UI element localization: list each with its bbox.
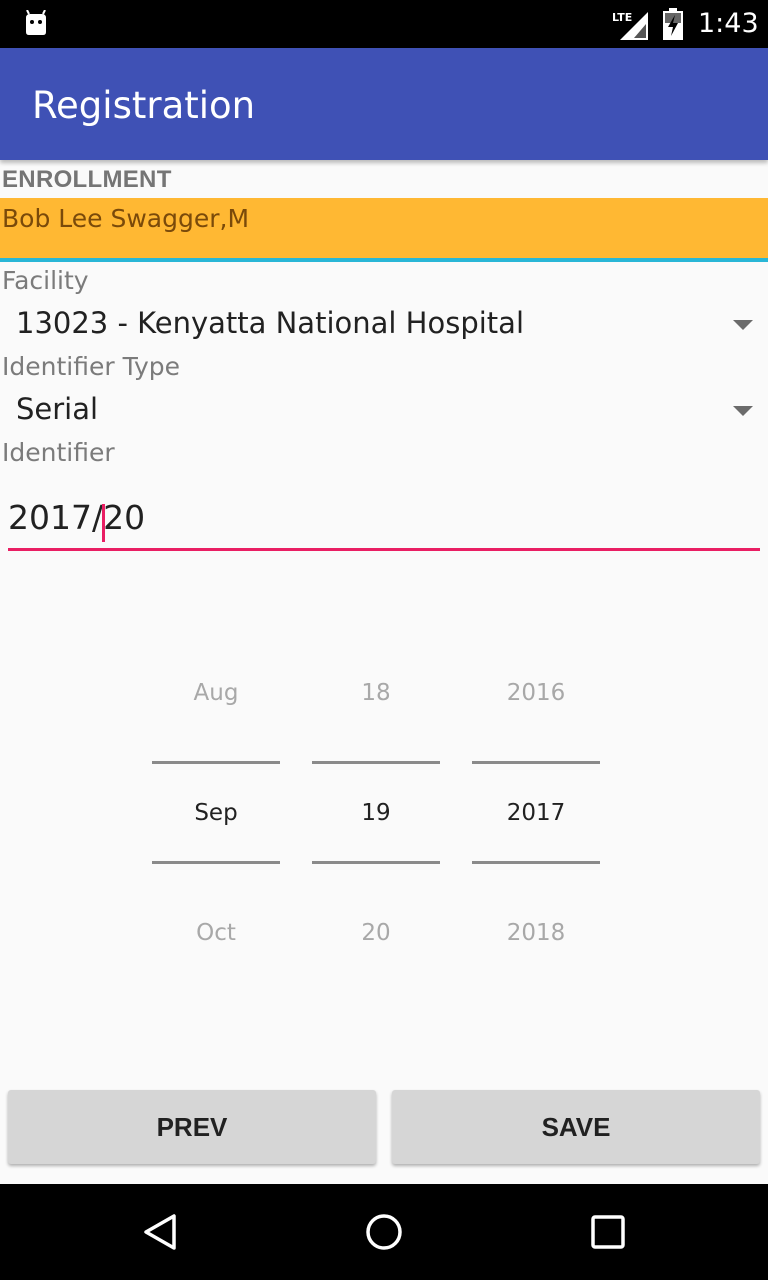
page-title: Registration: [32, 84, 256, 127]
navigation-bar: [0, 1184, 768, 1280]
identifier-type-label: Identifier Type: [2, 352, 180, 381]
month-next[interactable]: Oct: [152, 920, 280, 946]
day-next[interactable]: 20: [312, 920, 440, 946]
battery-icon: [663, 8, 683, 40]
home-icon[interactable]: [364, 1212, 404, 1252]
status-bar: LTE 1:43: [0, 0, 768, 48]
year-selected[interactable]: 2017: [472, 800, 600, 826]
svg-text:LTE: LTE: [612, 11, 632, 24]
year-picker[interactable]: 2016 2017 2018: [472, 660, 600, 960]
text-cursor: [102, 504, 105, 542]
month-selected[interactable]: Sep: [152, 800, 280, 826]
facility-value: 13023 - Kenyatta National Hospital: [16, 306, 524, 340]
patient-name: Bob Lee Swagger,M: [2, 204, 250, 233]
picker-divider: [312, 861, 440, 864]
prev-button[interactable]: PREV: [8, 1090, 376, 1164]
recents-icon[interactable]: [588, 1212, 628, 1252]
identifier-input[interactable]: 2017/20: [8, 496, 760, 551]
dropdown-arrow-icon[interactable]: [733, 406, 753, 416]
section-header: ENROLLMENT: [2, 166, 172, 193]
month-prev[interactable]: Aug: [152, 680, 280, 706]
picker-divider: [152, 861, 280, 864]
identifier-label: Identifier: [2, 438, 115, 467]
picker-divider: [472, 761, 600, 764]
picker-divider: [312, 761, 440, 764]
picker-divider: [472, 861, 600, 864]
back-icon[interactable]: [140, 1212, 180, 1252]
dropdown-arrow-icon[interactable]: [733, 320, 753, 330]
day-selected[interactable]: 19: [312, 800, 440, 826]
facility-label: Facility: [2, 266, 89, 295]
day-prev[interactable]: 18: [312, 680, 440, 706]
android-icon: [26, 10, 46, 35]
identifier-type-value: Serial: [16, 392, 99, 426]
year-next[interactable]: 2018: [472, 920, 600, 946]
year-prev[interactable]: 2016: [472, 680, 600, 706]
month-picker[interactable]: Aug Sep Oct: [152, 660, 280, 960]
lte-signal-icon: LTE: [612, 11, 648, 40]
picker-divider: [152, 761, 280, 764]
save-button[interactable]: SAVE: [392, 1090, 760, 1164]
app-bar: Registration: [0, 48, 768, 160]
patient-banner: Bob Lee Swagger,M: [0, 198, 768, 262]
identifier-value[interactable]: 2017/20: [8, 498, 145, 537]
day-picker[interactable]: 18 19 20: [312, 660, 440, 960]
clock: 1:43: [698, 8, 759, 39]
